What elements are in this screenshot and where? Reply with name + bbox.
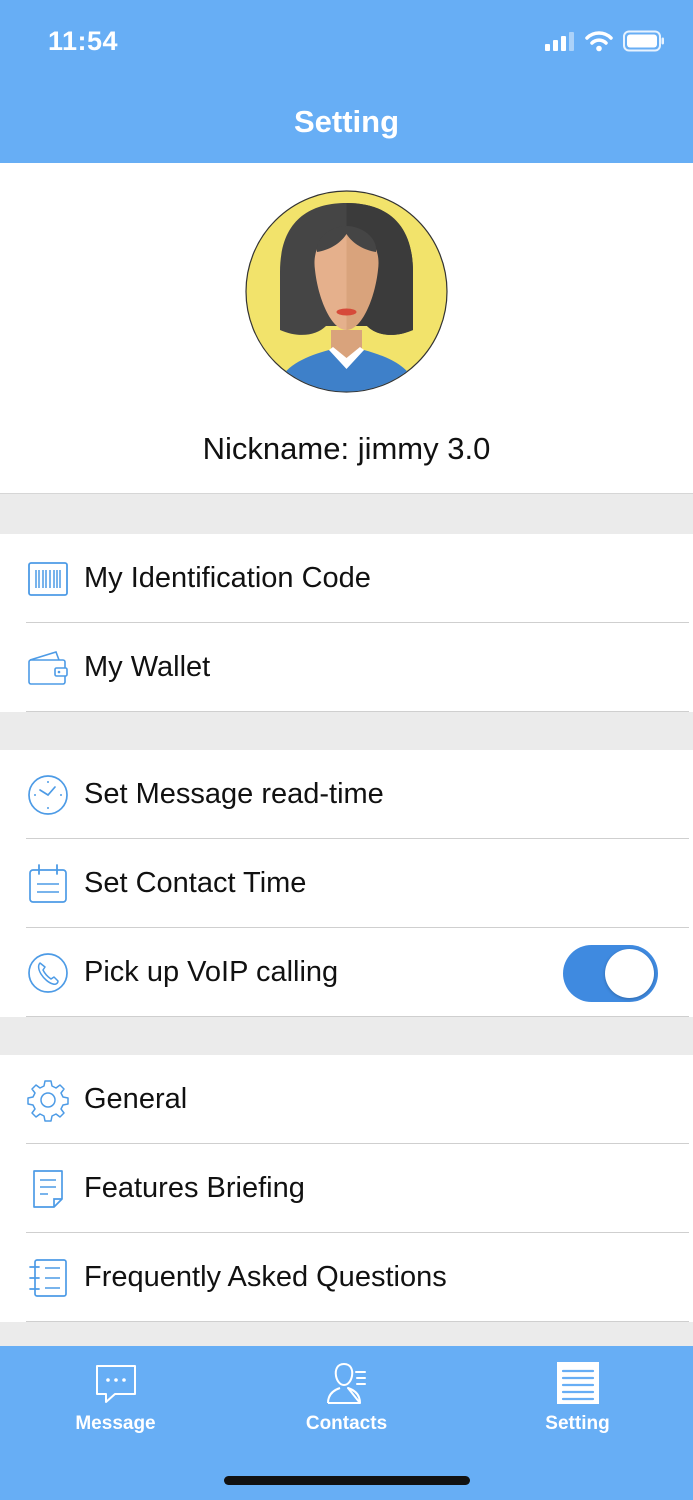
page-title: Setting [293, 104, 400, 139]
barcode-icon [28, 562, 68, 596]
tab-label: Contacts [305, 1413, 388, 1434]
menu-item-label: My Wallet [84, 651, 211, 683]
menu-item-label: General [84, 1083, 188, 1115]
status-icons [545, 30, 665, 52]
home-indicator [224, 1476, 470, 1485]
tab-message[interactable]: Message [0, 1346, 231, 1456]
header: 11:54 Setting [0, 0, 693, 163]
menu-item-features-briefing[interactable]: Features Briefing [0, 1144, 693, 1233]
calendar-icon [29, 864, 67, 903]
tab-label: Message [75, 1413, 156, 1434]
menu-item-general[interactable]: General [0, 1055, 693, 1144]
settings-group-time: Set Message read-time Set Contact Time P… [0, 750, 693, 1017]
gear-icon [27, 1080, 69, 1122]
menu-item-contact-time[interactable]: Set Contact Time [0, 839, 693, 928]
menu-item-label: My Identification Code [84, 562, 371, 594]
document-icon [33, 1170, 63, 1208]
voip-calling-toggle[interactable] [563, 945, 658, 1002]
menu-item-label: Pick up VoIP calling [84, 956, 339, 988]
menu-item-label: Features Briefing [84, 1172, 305, 1204]
menu-item-label: Set Contact Time [84, 867, 307, 899]
contacts-icon [326, 1362, 366, 1404]
setting-list-icon [556, 1362, 599, 1404]
tab-bar: Message Contacts Setting [0, 1346, 693, 1500]
nickname: Nickname: jimmy 3.0 [202, 431, 491, 466]
tab-contacts[interactable]: Contacts [231, 1346, 462, 1456]
settings-screen: 11:54 Setting Nickname: jimmy 3.0 My Ide… [0, 0, 693, 1500]
menu-item-voip-calling: Pick up VoIP calling [0, 928, 693, 1017]
wallet-icon [28, 651, 68, 685]
settings-group-info: General Features Briefing Frequently Ask… [0, 1055, 693, 1322]
clock-icon [28, 775, 68, 815]
list-icon [29, 1259, 67, 1297]
avatar[interactable] [245, 190, 448, 393]
profile-section: Nickname: jimmy 3.0 [0, 163, 693, 494]
menu-item-faq[interactable]: Frequently Asked Questions [0, 1233, 693, 1322]
menu-item-label: Set Message read-time [84, 778, 384, 810]
menu-item-wallet[interactable]: My Wallet [0, 623, 693, 712]
menu-item-identification-code[interactable]: My Identification Code [0, 534, 693, 623]
menu-item-label: Frequently Asked Questions [84, 1261, 447, 1293]
phone-icon [28, 953, 68, 993]
tab-label: Setting [545, 1413, 610, 1434]
status-time: 11:54 [48, 26, 119, 56]
toggle-knob [605, 949, 654, 998]
battery-icon [623, 30, 664, 52]
signal-icon [545, 32, 574, 51]
tab-setting[interactable]: Setting [462, 1346, 693, 1456]
settings-group-account: My Identification Code My Wallet [0, 534, 693, 712]
wifi-icon [585, 31, 613, 52]
menu-item-message-read-time[interactable]: Set Message read-time [0, 750, 693, 839]
chat-icon [95, 1365, 136, 1403]
